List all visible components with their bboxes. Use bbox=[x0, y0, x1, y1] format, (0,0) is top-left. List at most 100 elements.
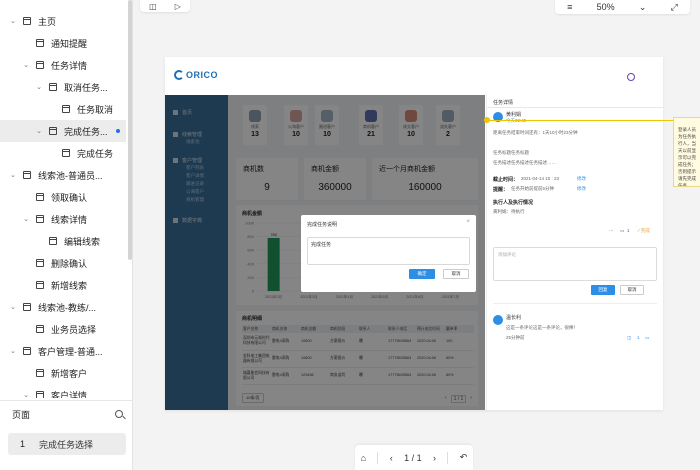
confirm-button[interactable]: 确定 bbox=[409, 269, 435, 279]
reply-icon[interactable]: ▭ bbox=[645, 335, 649, 341]
page-icon bbox=[36, 259, 44, 267]
home-icon[interactable]: ⌂ bbox=[361, 453, 366, 463]
logo-text: ORICO bbox=[186, 70, 219, 80]
executor-label: 执行人及执行情况 bbox=[493, 200, 534, 206]
layer-item[interactable]: 完成任务 bbox=[0, 142, 126, 164]
edit-deadline-link[interactable]: 修改 bbox=[577, 176, 586, 182]
complete-task-modal: 完成任务说明 × 完成任务 确定 取消 bbox=[301, 215, 476, 292]
chevron-down-icon[interactable]: ⌄ bbox=[639, 2, 647, 13]
chevron-down-icon[interactable]: ⌄ bbox=[8, 347, 18, 355]
chevron-down-icon[interactable]: ⌄ bbox=[21, 61, 31, 69]
task-detail-panel: 任务详情 黄利娟 今天02:45 距离任务结束时间还有：1天10小时23分钟 任… bbox=[486, 95, 663, 410]
layer-item[interactable]: 通知提醒 bbox=[0, 32, 126, 54]
cancel-button[interactable]: 取消 bbox=[443, 269, 469, 279]
logo-ring-icon bbox=[174, 70, 184, 80]
task-title-text: 任务标题任务标题 bbox=[493, 150, 529, 155]
layer-label: 客户管理-普通... bbox=[38, 346, 103, 357]
layer-item[interactable]: 业务员选择 bbox=[0, 318, 126, 340]
delete-icon[interactable]: ◫ bbox=[627, 335, 631, 341]
chevron-down-icon[interactable]: ⌄ bbox=[34, 83, 44, 91]
done-check[interactable]: ✓完成 bbox=[637, 228, 650, 234]
layer-label: 领取确认 bbox=[51, 192, 88, 203]
page-number: 1 bbox=[20, 439, 26, 449]
page-icon bbox=[62, 105, 70, 113]
divider bbox=[493, 303, 657, 304]
page-item[interactable]: 1 完成任务选择 bbox=[8, 433, 126, 455]
book-icon[interactable]: ◫ bbox=[149, 2, 157, 11]
annotation-connector bbox=[488, 120, 674, 121]
fullscreen-icon[interactable]: ⤢ bbox=[671, 2, 678, 13]
page-icon bbox=[49, 83, 57, 91]
page-icon bbox=[36, 61, 44, 69]
divider bbox=[377, 451, 379, 464]
layer-item[interactable]: ⌄ 线索详情 bbox=[0, 208, 126, 230]
author-time: 今天02:45 bbox=[506, 118, 526, 124]
layer-item[interactable]: 编辑线索 bbox=[0, 230, 126, 252]
page-icon bbox=[23, 347, 31, 355]
comment-time: 25分钟前 bbox=[506, 335, 525, 340]
chevron-down-icon[interactable]: ⌄ bbox=[34, 127, 44, 135]
reply-count: 1 bbox=[637, 335, 640, 340]
comment-input[interactable]: 添加评论 bbox=[493, 247, 657, 281]
layer-item[interactable]: ⌄ 任务详情 bbox=[0, 54, 126, 76]
layer-scrollbar-thumb[interactable] bbox=[128, 0, 132, 260]
layer-item[interactable]: ⌄ 取消任务... bbox=[0, 76, 126, 98]
reply-button[interactable]: 回复 bbox=[591, 285, 615, 295]
top-left-toolbar: ◫ ▷ bbox=[140, 0, 190, 12]
prev-page-icon[interactable]: ‹ bbox=[390, 453, 393, 463]
layer-label: 线索池-教练/... bbox=[38, 302, 96, 313]
layer-item[interactable]: ⌄ 完成任务... bbox=[0, 120, 126, 142]
page-icon bbox=[36, 391, 44, 398]
sticky-note[interactable]: 登录人员为任务执行人，当天以前显示可以完成任务；否则提示请先完成任务 bbox=[673, 117, 700, 187]
layer-tree: ⌄ 主页 通知提醒 ⌄ 任务详情 ⌄ 取消任务... 任务取消 ⌄ 完成任务... 完成任务 ⌄ 线索池… bbox=[0, 0, 133, 398]
chevron-down-icon[interactable]: ⌄ bbox=[8, 171, 18, 179]
chevron-down-icon[interactable]: ⌄ bbox=[8, 17, 18, 25]
layer-label: 任务取消 bbox=[77, 104, 114, 115]
layer-item[interactable]: ⌄ 线索池-普通员... bbox=[0, 164, 126, 186]
page-name: 完成任务选择 bbox=[39, 439, 94, 450]
page-icon bbox=[36, 193, 44, 201]
more-icon[interactable]: ⋯ bbox=[609, 228, 614, 234]
page-icon bbox=[36, 325, 44, 333]
deadline-value: 2021-04-14 10 : 23 bbox=[521, 176, 560, 181]
layer-label: 业务员选择 bbox=[51, 324, 97, 335]
layer-label: 取消任务... bbox=[64, 82, 108, 93]
task-note-input[interactable]: 完成任务 bbox=[307, 237, 470, 265]
comment-icon[interactable]: ▭ bbox=[620, 228, 624, 234]
comment-placeholder: 添加评论 bbox=[498, 252, 516, 257]
undo-icon[interactable]: ↶ bbox=[460, 452, 468, 463]
countdown-text: 距离任务结束时间还有：1天10小时23分钟 bbox=[493, 130, 578, 135]
layer-item[interactable]: 删除确认 bbox=[0, 252, 126, 274]
layer-item[interactable]: ⌄ 客户详情 bbox=[0, 384, 126, 398]
page-icon bbox=[49, 237, 57, 245]
layer-item[interactable]: 新增线索 bbox=[0, 274, 126, 296]
comment-text: 这是一条评论这是一条评论，很棒！ bbox=[506, 325, 578, 330]
edit-reminder-link[interactable]: 修改 bbox=[577, 186, 586, 192]
comment-cancel-button[interactable]: 取消 bbox=[620, 285, 644, 295]
layer-label: 编辑线索 bbox=[64, 236, 101, 247]
top-right-toolbar: ≡ 50% ⌄ ⤢ bbox=[555, 0, 690, 14]
chevron-down-icon[interactable]: ⌄ bbox=[21, 215, 31, 223]
zoom-level[interactable]: 50% bbox=[597, 2, 615, 12]
play-icon[interactable]: ▷ bbox=[175, 2, 181, 11]
chevron-down-icon[interactable]: ⌄ bbox=[8, 303, 18, 311]
layer-item[interactable]: ⌄ 主页 bbox=[0, 10, 126, 32]
page-indicator: 1 / 1 bbox=[404, 452, 422, 463]
layer-item[interactable]: ⌄ 客户管理-普通... bbox=[0, 340, 126, 362]
search-icon[interactable] bbox=[115, 409, 125, 420]
chevron-down-icon[interactable]: ⌄ bbox=[21, 391, 31, 398]
task-panel-title: 任务详情 bbox=[493, 100, 514, 106]
user-icon[interactable] bbox=[627, 73, 635, 81]
settings-sliders-icon[interactable]: ≡ bbox=[567, 2, 572, 12]
page-icon bbox=[62, 149, 70, 157]
layer-item[interactable]: 任务取消 bbox=[0, 98, 126, 120]
app-header: ORICO bbox=[165, 57, 663, 95]
next-page-icon[interactable]: › bbox=[433, 453, 436, 463]
layer-item[interactable]: ⌄ 线索池-教练/... bbox=[0, 296, 126, 318]
layer-item[interactable]: 新增客户 bbox=[0, 362, 126, 384]
page-icon bbox=[49, 127, 57, 135]
layer-item[interactable]: 领取确认 bbox=[0, 186, 126, 208]
close-icon[interactable]: × bbox=[466, 219, 470, 225]
page-icon bbox=[36, 369, 44, 377]
layer-label: 新增线索 bbox=[51, 280, 88, 291]
